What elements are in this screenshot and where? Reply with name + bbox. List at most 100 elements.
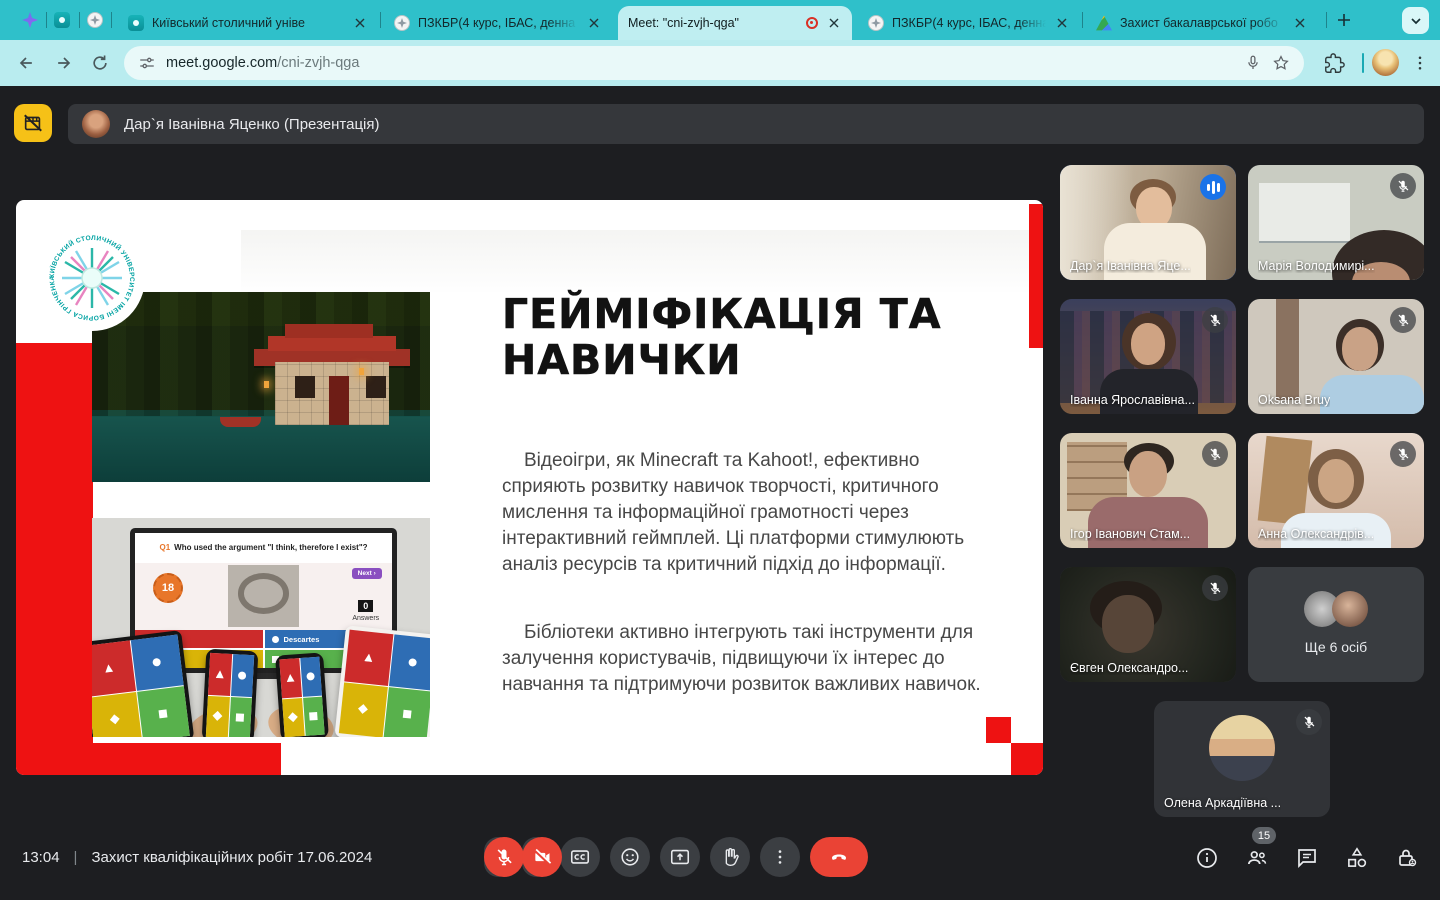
clapperboard-off-icon [22,112,44,134]
camera-toggle-button[interactable] [522,837,562,877]
profile-avatar[interactable] [1372,49,1399,76]
pinned-tab-emblem[interactable] [87,12,103,28]
chat-button[interactable] [1294,845,1320,871]
kahoot-question: Who used the argument "I think, therefor… [174,543,367,552]
tab-close-icon[interactable] [826,15,842,31]
browser-menu-button[interactable] [1408,51,1432,75]
tab-title: ПЗКБР(4 курс, ІБАС, денна [418,16,578,30]
url-path: /cni-zvjh-qga [277,55,359,71]
tab-close-icon[interactable] [352,15,368,31]
slide-red-right-strip [1029,204,1043,348]
arrow-forward-icon [54,53,74,73]
kahoot-photo [228,565,300,627]
presenter-banner: Дар`я Іванівна Яценко (Презентація) [68,104,1424,144]
chat-icon [1295,846,1319,870]
end-call-button[interactable] [810,837,868,877]
bookmark-star-icon[interactable] [1272,54,1290,72]
present-button[interactable] [660,837,700,877]
participant-tile-oksana[interactable]: Oksana Bruy [1248,299,1424,414]
google-drive-favicon [1096,15,1112,31]
tab-title: Захист бакалаврської робо [1120,16,1284,30]
kebab-menu-icon [1411,54,1429,72]
participant-name: Іванна Ярославівна... [1070,393,1195,407]
back-button[interactable] [14,51,38,75]
camera-off-icon [532,847,552,867]
phone-down-icon [827,845,851,869]
voice-search-icon[interactable] [1244,54,1262,72]
tab-pzkbr-2[interactable]: ПЗКБР(4 курс, ІБАС, денна [858,6,1080,40]
kahoot-screenshot: Q1 Who used the argument "I think, theref… [92,518,430,737]
phone-device [275,652,329,737]
clock: 13:04 [22,849,60,866]
url-host: meet.google.com [166,55,277,71]
tab-divider [1082,12,1083,28]
raise-hand-button[interactable] [710,837,750,877]
toolbar-divider [1362,53,1364,73]
tablet-device [334,625,430,737]
emblem-favicon [87,12,103,28]
participant-name: Марія Володимирі... [1258,259,1375,273]
participant-tile-olena[interactable]: Олена Аркадіївна ... [1154,701,1330,817]
participant-tile-anna[interactable]: Анна Олександрів... [1248,433,1424,548]
overflow-participants-tile[interactable]: Ще 6 осіб [1248,567,1424,682]
participant-tile-maria[interactable]: Марія Володимирі... [1248,165,1424,280]
tab-meet-active[interactable]: Meet: "cni-zvjh-qga" [618,6,852,40]
call-controls [484,837,868,877]
captions-button[interactable] [560,837,600,877]
pinned-tab-university[interactable] [54,12,70,28]
more-options-button[interactable] [760,837,800,877]
host-controls-button[interactable] [1394,845,1420,871]
new-tab-button[interactable] [1332,8,1356,32]
smiley-icon [619,846,641,868]
lock-person-icon [1395,846,1419,870]
browser-window: Київський столичний уніве ПЗКБР(4 курс, … [0,0,1440,900]
participant-tile-daria[interactable]: Дар`я Іванівна Яце... [1060,165,1236,280]
tab-university-site[interactable]: Київський столичний уніве [118,6,378,40]
kahoot-next-button: Next › [352,568,382,579]
presenter-avatar [82,110,110,138]
speaking-indicator-icon [1200,174,1226,200]
participant-tile-ivanna[interactable]: Іванна Ярославівна... [1060,299,1236,414]
mic-toggle-button[interactable] [484,837,524,877]
tab-close-icon[interactable] [1054,15,1070,31]
tab-close-icon[interactable] [1292,15,1308,31]
site-settings-icon[interactable] [138,54,156,72]
chevron-down-icon [1410,15,1422,27]
mic-off-icon [1390,441,1416,467]
extensions-button[interactable] [1322,51,1346,75]
phone-device [202,649,259,737]
share-screen-icon [669,846,691,868]
browser-tab-strip: Київський столичний уніве ПЗКБР(4 курс, … [0,0,1440,40]
tab-divider [111,12,112,28]
tab-close-icon[interactable] [586,15,602,31]
reload-button[interactable] [88,51,112,75]
sparkle-pinned-tab-icon[interactable] [22,12,38,28]
tab-divider [46,12,47,28]
emblem-favicon [394,15,410,31]
kahoot-question-tag: Q1 [159,543,170,552]
meeting-details-button[interactable] [1194,845,1220,871]
presentation-slide: КИЇВСЬКИЙ СТОЛИЧНИЙ УНІВЕРСИТЕТ ІМЕНІ БО… [16,200,1043,775]
tab-search-button[interactable] [1402,7,1429,34]
people-button[interactable]: 15 [1244,845,1270,871]
clapperboard-off-button[interactable] [14,104,52,142]
participant-grid: Дар`я Іванівна Яце... Марія Володимирі..… [1060,165,1424,682]
captions-icon [569,846,591,868]
tab-pzkbr-1[interactable]: ПЗКБР(4 курс, ІБАС, денна [384,6,612,40]
overflow-label: Ще 6 осіб [1248,639,1424,655]
tab-title: Meet: "cni-zvjh-qga" [628,16,798,30]
tab-divider [1326,12,1327,28]
slide-red-column [16,343,93,775]
participant-tile-igor[interactable]: Ігор Іванович Стам... [1060,433,1236,548]
forward-button[interactable] [52,51,76,75]
slide-paragraph: Бібліотеки активно інтегрують такі інстр… [502,620,982,698]
participant-tile-yevhen[interactable]: Євген Олександро... [1060,567,1236,682]
url-text[interactable]: meet.google.com/cni-zvjh-qga [166,55,1234,71]
participant-name: Олена Аркадіївна ... [1164,796,1281,810]
tab-drive[interactable]: Захист бакалаврської робо [1086,6,1318,40]
hand-icon [719,846,741,868]
activities-button[interactable] [1344,845,1370,871]
address-bar[interactable]: meet.google.com/cni-zvjh-qga [124,46,1304,80]
kebab-menu-icon [770,847,790,867]
reactions-button[interactable] [610,837,650,877]
